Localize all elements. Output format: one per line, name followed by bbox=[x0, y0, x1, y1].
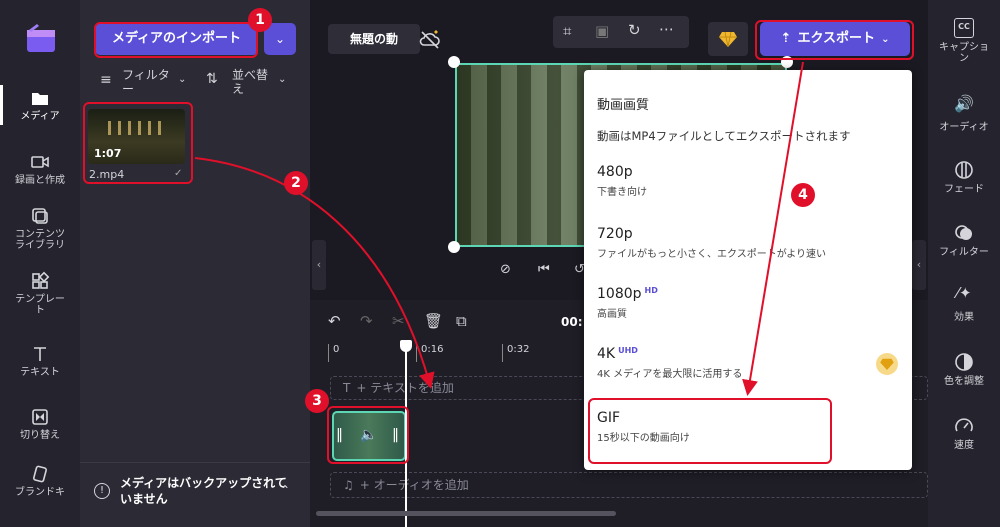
step-badge-3: 3 bbox=[305, 389, 329, 413]
step-badge-4: 4 bbox=[791, 183, 815, 207]
step-badge-1: 1 bbox=[248, 8, 272, 32]
step-badge-2: 2 bbox=[284, 171, 308, 195]
arrow-export-to-gif bbox=[742, 61, 804, 396]
arrow-drag-to-timeline bbox=[194, 157, 435, 389]
annotation-arrows bbox=[194, 61, 804, 396]
